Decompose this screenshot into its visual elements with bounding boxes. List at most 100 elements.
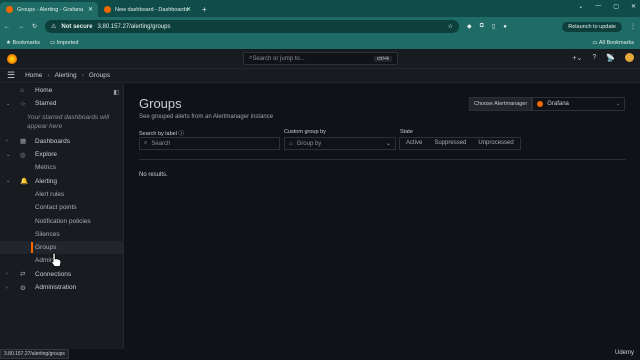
sidebar-item-administration[interactable]: › ⚙ Administration <box>0 281 123 294</box>
sidebar-item-alerting[interactable]: ⌄ 🔔 Alerting <box>0 174 123 187</box>
chevron-right-icon[interactable]: › <box>6 271 8 277</box>
state-unprocessed-button[interactable]: Unprocessed <box>472 138 519 149</box>
sidebar-item-label: Connections <box>35 270 72 278</box>
chevron-down-icon: ⌄ <box>385 141 391 147</box>
tab-title: Groups - Alerting - Grafana <box>17 6 84 13</box>
relaunch-button[interactable]: Relaunch to update <box>562 21 622 32</box>
extensions-icon[interactable]: ⧉ <box>480 23 484 30</box>
sidebar-item-label: Starred <box>35 100 57 108</box>
new-tab-button[interactable]: + <box>196 2 213 17</box>
sidebar-item-label: Metrics <box>35 164 56 172</box>
not-secure-label: Not secure <box>61 23 93 30</box>
sidebar-item-label: Notification policies <box>35 217 91 225</box>
chevron-down-icon[interactable]: ⌄ <box>6 152 10 158</box>
sidebar-item-label: Alert rules <box>35 190 65 198</box>
group-by-select[interactable]: ⌂ Group by ⌄ <box>284 137 396 150</box>
help-icon[interactable]: ? <box>592 54 596 61</box>
label-search-placeholder: Search <box>151 140 171 147</box>
url-field[interactable]: ⚠ Not secure 3.80.157.27/alerting/groups… <box>45 20 460 33</box>
state-active-button[interactable]: Active <box>400 138 428 149</box>
starred-empty-note: Your starred dashboards will appear here <box>27 113 110 131</box>
search-icon: ⌕ <box>144 140 148 146</box>
alertmanager-value: Grafana <box>547 101 569 107</box>
sidebar-item-label: Alerting <box>35 177 58 185</box>
top-right-actions: +⌄ ? 📡 <box>572 53 634 62</box>
tag-icon: ⌂ <box>289 140 293 147</box>
sidebar-item-connections[interactable]: › ⇄ Connections <box>0 268 123 281</box>
sidebar-item-contact-points[interactable]: Contact points <box>0 201 123 214</box>
chevron-down-icon: ⌄ <box>616 101 621 107</box>
window-controls: ⌄ — ▢ ✕ <box>578 3 636 10</box>
chevron-down-icon[interactable]: ⌄ <box>6 178 10 184</box>
state-filter-group: Active Suppressed Unprocessed <box>399 137 521 150</box>
sidebar-item-label: Home <box>35 87 53 95</box>
all-bookmarks-button[interactable]: ▭ All Bookmarks <box>592 40 634 46</box>
sidebar-item-alert-rules[interactable]: Alert rules <box>0 188 123 201</box>
custom-group-by-label: Custom group by <box>284 129 326 135</box>
breadcrumb-groups: Groups <box>88 72 111 79</box>
tab-search-icon[interactable]: ⌄ <box>578 3 583 10</box>
chevron-right-icon[interactable]: › <box>6 285 8 291</box>
breadcrumb-separator-icon: › <box>81 72 84 79</box>
grafana-favicon-icon <box>6 6 13 13</box>
label-search-input[interactable]: ⌕ Search <box>139 137 280 150</box>
grafana-favicon-icon <box>104 6 111 13</box>
alertmanager-select[interactable]: Grafana ⌄ <box>532 97 626 111</box>
bookmark-item-bookmarks[interactable]: ★ Bookmarks <box>6 40 40 46</box>
back-icon[interactable]: ← <box>4 24 10 30</box>
sidebar-item-label: Silences <box>35 230 60 238</box>
grafana-top-bar: ⌕ Search or jump to... ctrl+k +⌄ ? 📡 <box>0 49 640 69</box>
bookmark-item-imported[interactable]: ▭ Imported <box>50 40 78 46</box>
warning-icon: ⚠ <box>51 24 57 30</box>
connections-icon: ⇄ <box>20 271 26 279</box>
tab-groups-alerting[interactable]: Groups - Alerting - Grafana ✕ <box>0 2 98 17</box>
sidebar-nav: ◧ ⌂ Home ⌄ ☆ Starred Your starred dashbo… <box>0 84 124 349</box>
alertmanager-label: Choose Alertmanager <box>469 97 533 111</box>
reload-icon[interactable]: ↻ <box>32 23 37 30</box>
bell-icon: 🔔 <box>20 178 29 186</box>
udemy-watermark: Udemy <box>614 350 634 356</box>
avatar[interactable] <box>625 53 634 62</box>
sidebar-item-notification-policies[interactable]: Notification policies <box>0 214 123 227</box>
compass-icon: ◎ <box>20 151 26 159</box>
grafana-logo-icon[interactable] <box>7 53 17 64</box>
add-new-icon[interactable]: +⌄ <box>572 54 582 62</box>
bookmark-star-icon[interactable]: ☆ <box>448 23 453 30</box>
sidebar-item-silences[interactable]: Silences <box>0 228 123 241</box>
hand-cursor-icon <box>50 252 62 267</box>
no-results-text: No results. <box>139 172 168 178</box>
bookmark-label: Bookmarks <box>12 39 40 46</box>
all-bookmarks-label: All Bookmarks <box>598 39 634 46</box>
menu-icon[interactable]: ⋮ <box>630 23 636 30</box>
tab-new-dashboard[interactable]: New dashboard - Dashboards ✕ <box>98 2 196 17</box>
sidebar-item-home[interactable]: ⌂ Home <box>0 84 123 97</box>
hamburger-menu-icon[interactable]: ☰ <box>7 70 15 81</box>
dashboards-icon: ▦ <box>20 138 27 146</box>
state-suppressed-button[interactable]: Suppressed <box>428 138 472 149</box>
url-text: 3.80.157.27/alerting/groups <box>97 23 171 30</box>
chevron-right-icon[interactable]: › <box>6 138 8 144</box>
sidebar-item-label: Contact points <box>35 204 77 212</box>
sidebar-item-dashboards[interactable]: › ▦ Dashboards <box>0 135 123 148</box>
chevron-down-icon[interactable]: ⌄ <box>6 101 10 107</box>
sidebar-item-explore[interactable]: ⌄ ◎ Explore <box>0 148 123 161</box>
star-icon: ☆ <box>20 100 26 108</box>
extension-icon[interactable]: ◆ <box>467 23 472 30</box>
sidepanel-icon[interactable]: ▯ <box>492 23 495 30</box>
search-by-label-label: Search by label ⓘ <box>139 129 184 137</box>
news-icon[interactable]: 📡 <box>606 54 615 62</box>
close-window-icon[interactable]: ✕ <box>631 3 636 10</box>
sidebar-item-starred[interactable]: ⌄ ☆ Starred <box>0 97 123 110</box>
maximize-icon[interactable]: ▢ <box>613 3 619 10</box>
main-content: Groups See grouped alerts from an Alertm… <box>125 84 640 349</box>
search-placeholder: Search or jump to... <box>252 55 305 62</box>
search-input[interactable]: ⌕ Search or jump to... ctrl+k <box>243 52 398 65</box>
close-tab-icon[interactable]: ✕ <box>88 6 93 13</box>
minimize-icon[interactable]: — <box>595 3 601 10</box>
profile-icon[interactable]: ● <box>503 24 507 30</box>
breadcrumb-home[interactable]: Home <box>25 72 42 79</box>
breadcrumb-alerting[interactable]: Alerting <box>55 72 77 79</box>
sidebar-item-metrics[interactable]: Metrics <box>0 161 123 174</box>
forward-icon[interactable]: → <box>18 24 24 30</box>
close-tab-icon[interactable]: ✕ <box>186 6 191 13</box>
